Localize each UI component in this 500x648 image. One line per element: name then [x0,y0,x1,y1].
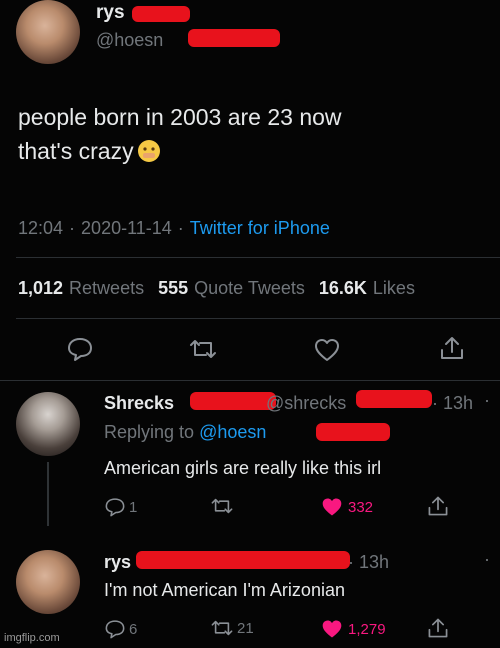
reply-button[interactable]: 6 [104,618,137,640]
redaction-bar [190,392,276,410]
tweet-stats: 1,012 Retweets 555 Quote Tweets 16.6K Li… [18,278,415,299]
reply-icon [104,496,126,518]
tweet-author-handle[interactable]: @hoesn [96,30,163,51]
tweet-meta: 12:04 · 2020-11-14 · Twitter for iPhone [18,218,330,239]
tweet-date[interactable]: 2020-11-14 [81,218,172,239]
share-icon [426,494,450,518]
reply-text: I'm not American I'm Arizonian [104,580,345,600]
retweet-icon [210,496,234,516]
divider [0,380,500,381]
redaction-bar [136,551,350,569]
reply-count: 1 [129,498,138,516]
share-icon [438,334,466,362]
tweet-text-content: that's crazy [18,138,134,164]
reply-author-avatar[interactable] [16,550,80,614]
reply-author-name[interactable]: rys [104,552,131,573]
tweet-text-line: that's crazy [18,134,342,168]
heart-filled-icon [320,496,344,518]
retweets-count[interactable]: 1,012 [18,278,63,299]
tweet-text-line: people born in 2003 are 23 now [18,104,342,130]
share-button[interactable] [426,616,450,640]
divider [16,318,500,319]
like-count: 1,279 [348,620,386,638]
redaction-bar [132,6,190,22]
replying-to-label: Replying to [104,422,195,442]
heart-filled-icon [320,618,344,640]
divider [16,257,500,258]
quotes-count[interactable]: 555 [158,278,188,299]
emoji-hand-over-mouth [136,138,162,164]
heart-icon [313,337,341,363]
more-options-button[interactable]: · [484,390,490,411]
tweet-text: people born in 2003 are 23 now that's cr… [18,100,342,168]
retweet-icon [188,337,218,361]
reply-author-avatar[interactable] [16,392,80,456]
share-button[interactable] [438,334,466,362]
like-count: 332 [348,498,374,516]
reply-icon [66,336,94,362]
reply-author-handle[interactable]: @shrecks [266,393,346,414]
share-icon [426,616,450,640]
retweet-button[interactable]: 21 [210,618,254,638]
tweet-author-avatar[interactable] [16,0,80,64]
reply-icon [104,618,126,640]
tweet-source[interactable]: Twitter for iPhone [190,218,330,239]
tweet-time[interactable]: 12:04 [18,218,63,239]
redaction-bar [316,423,390,441]
reply-text: American girls are really like this irl [104,458,382,478]
like-button[interactable] [313,337,341,363]
reply-action-bar: 6 21 1,279 [104,618,454,642]
reply-time[interactable]: · 13h [348,552,389,573]
replying-to-handle[interactable]: @hoesn [199,422,266,443]
tweet-author-name[interactable]: rys [96,2,125,24]
reply-author-name[interactable]: Shrecks [104,393,174,413]
reply-count: 6 [129,620,138,638]
meta-separator: · [177,218,184,238]
retweet-icon [210,618,234,638]
reply-button[interactable] [66,336,94,362]
redaction-bar [356,390,432,408]
likes-count[interactable]: 16.6K [319,278,367,299]
like-button[interactable]: 1,279 [320,618,386,640]
replying-to: Replying to @hoesn [104,422,266,443]
reply-action-bar: 1 332 [104,496,454,520]
share-button[interactable] [426,494,450,518]
like-button[interactable]: 332 [320,496,373,518]
reply-button[interactable]: 1 [104,496,137,518]
retweets-label[interactable]: Retweets [69,278,144,299]
meta-separator: · [69,218,76,238]
likes-label[interactable]: Likes [373,278,415,299]
quotes-label[interactable]: Quote Tweets [194,278,305,299]
reply-header: Shrecks [104,393,174,414]
thread-line [47,462,49,526]
watermark: imgflip.com [4,632,60,644]
retweet-button[interactable] [210,496,234,516]
reply-time[interactable]: · 13h [432,393,473,414]
retweet-count: 21 [237,619,254,637]
retweet-button[interactable] [188,337,218,361]
redaction-bar [188,29,280,47]
more-options-button[interactable]: · [484,549,490,570]
